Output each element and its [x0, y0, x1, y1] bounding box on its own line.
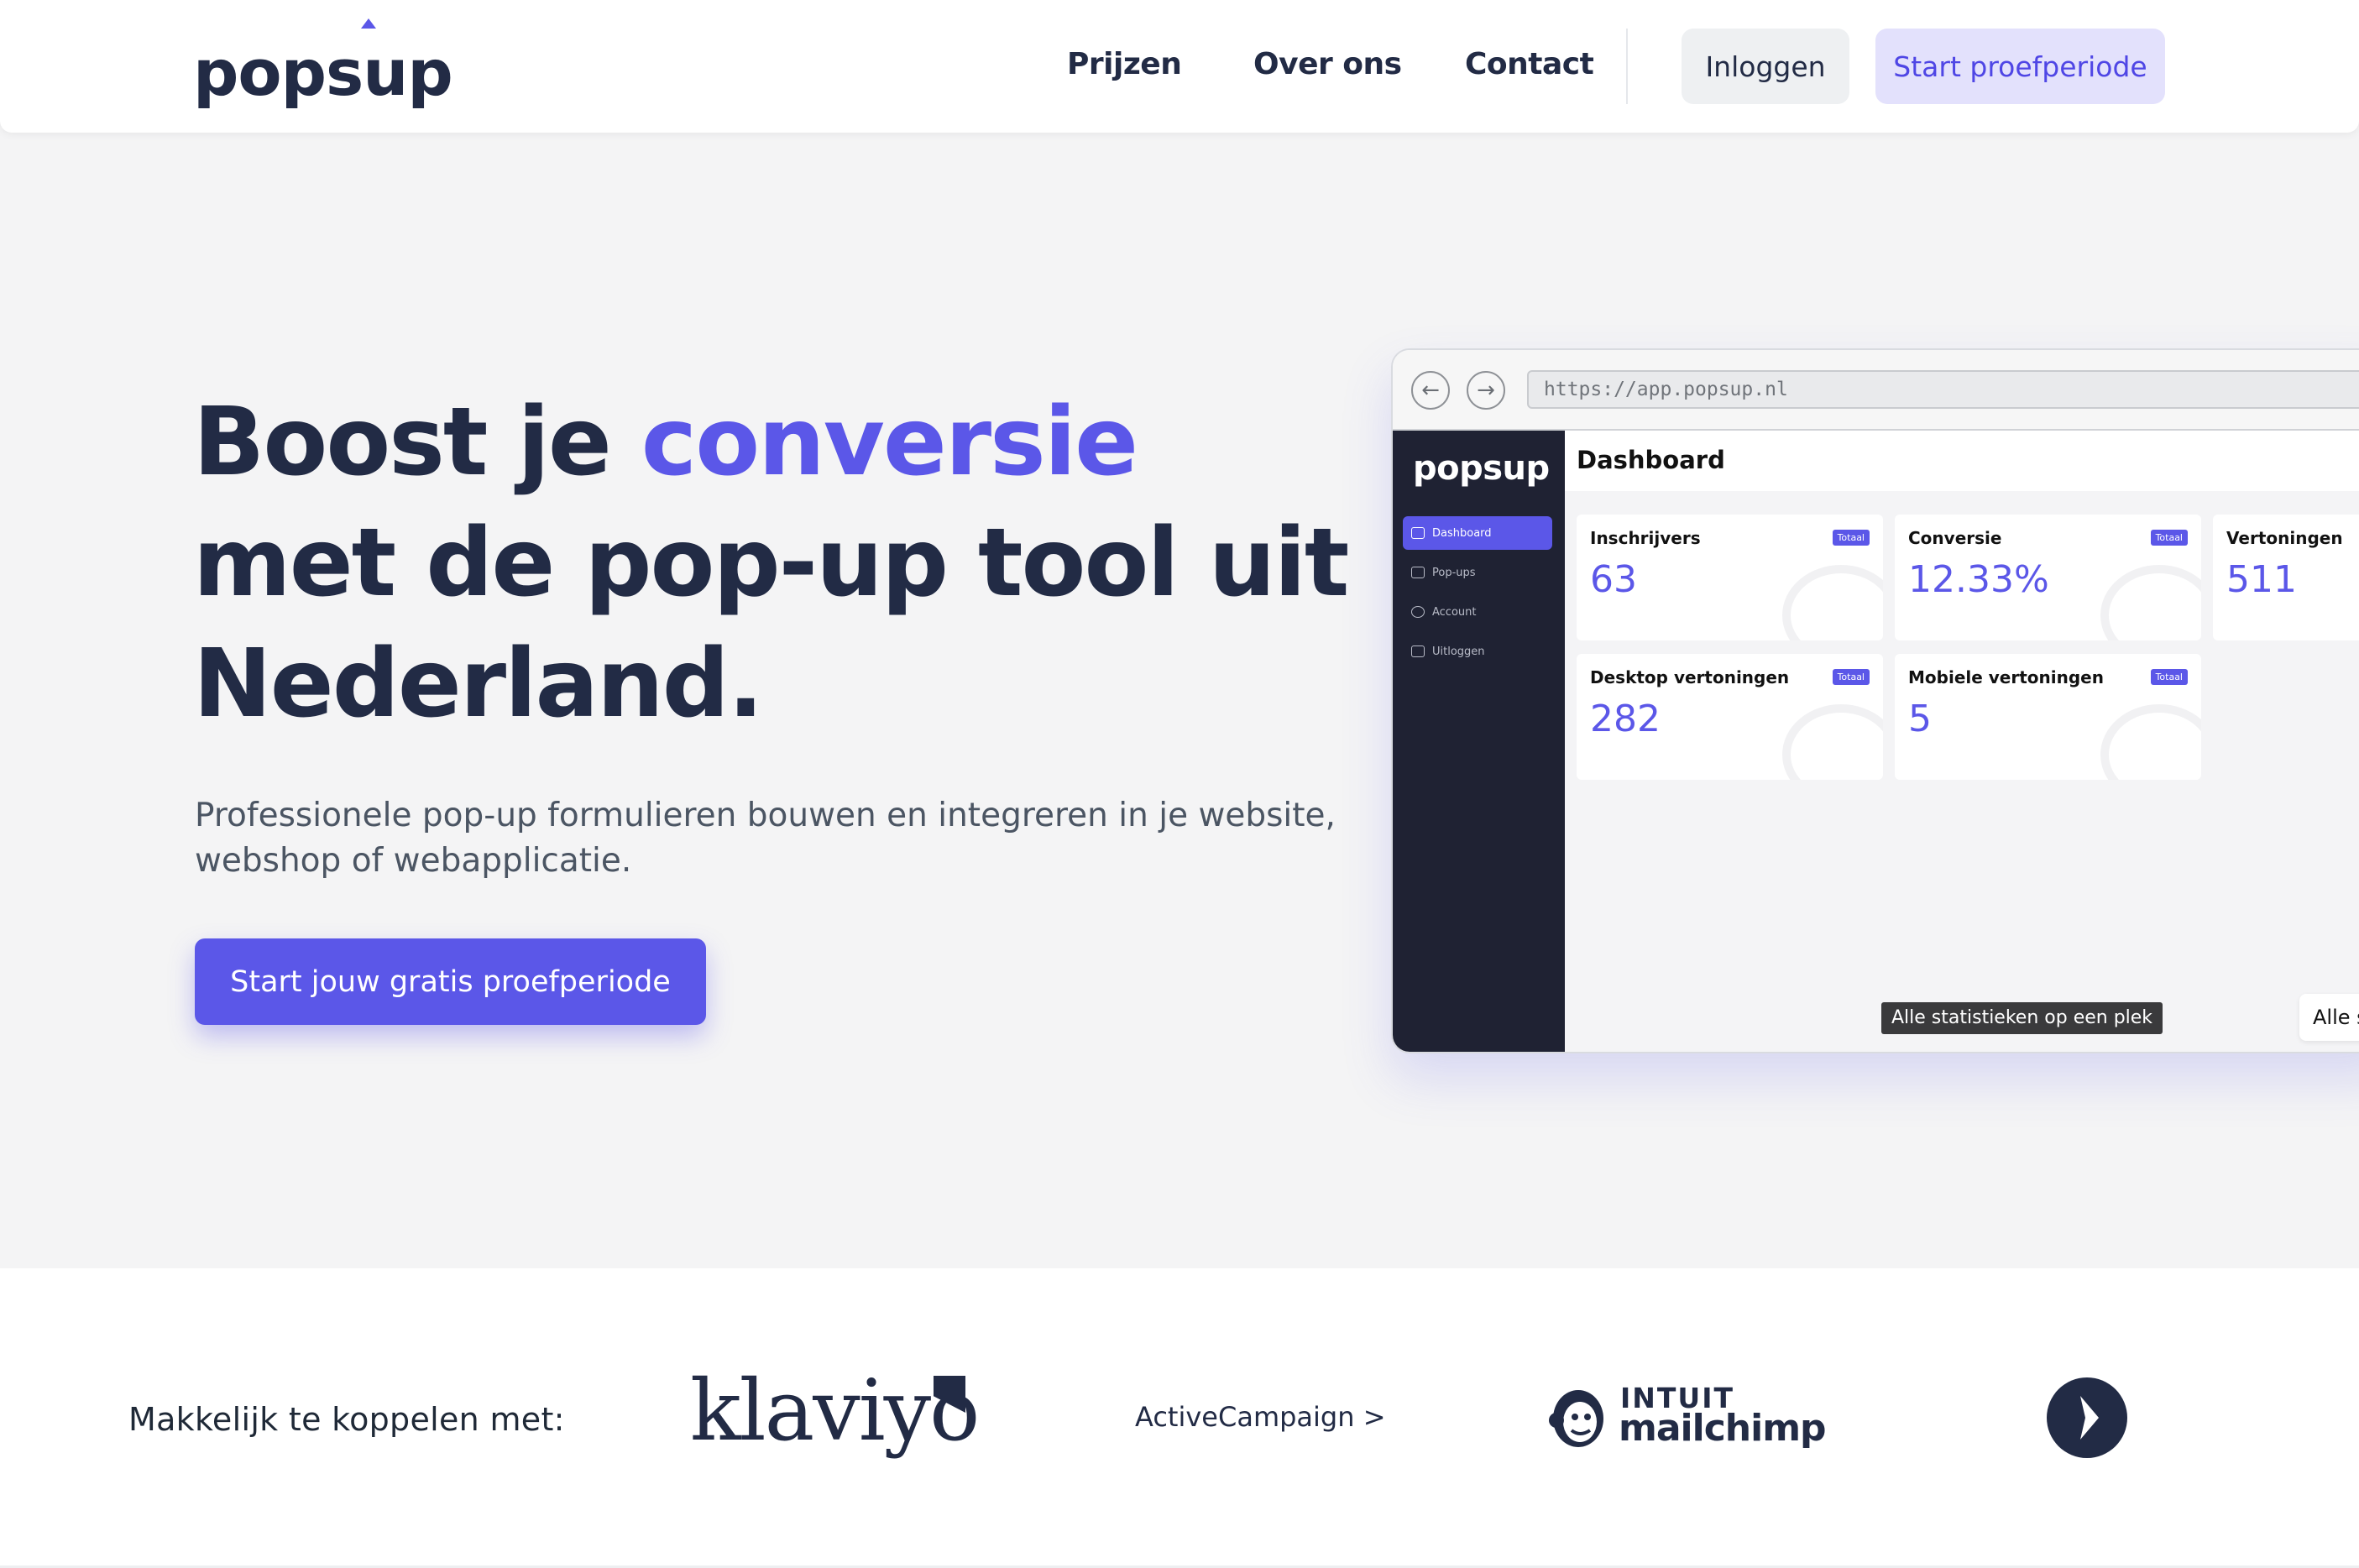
popups-icon	[1411, 567, 1425, 578]
eye-icon	[2100, 704, 2201, 780]
hero-cta-button[interactable]: Start jouw gratis proefperiode	[195, 938, 706, 1025]
dashboard-icon	[1411, 527, 1425, 539]
integrations-label: Makkelijk te koppelen met:	[128, 1401, 565, 1438]
sidebar-item-uitloggen: Uitloggen	[1403, 635, 1552, 668]
sidebar-item-account: Account	[1403, 595, 1552, 629]
nav-link-prijzen[interactable]: Prijzen	[1067, 47, 1182, 81]
nav-link-over-ons[interactable]: Over ons	[1253, 47, 1402, 81]
mockup-header-title: Dashboard	[1577, 446, 1725, 474]
hero-title: Boost je conversie met de pop-up tool ui…	[193, 382, 1368, 745]
stat-label: Desktop vertoningen	[1590, 667, 1790, 687]
sidebar-item-label: Dashboard	[1432, 526, 1492, 540]
total-badge: Totaal	[2150, 530, 2188, 546]
stat-card-inschrijvers: Inschrijvers Totaal 63	[1577, 515, 1883, 640]
eye-icon	[1782, 704, 1883, 780]
sidebar-item-label: Account	[1432, 605, 1477, 619]
integration-circle-logo	[2047, 1377, 2127, 1458]
stat-label: Inschrijvers	[1590, 528, 1701, 548]
stat-card-mobiel: Mobiele vertoningen Totaal 5	[1895, 654, 2201, 780]
total-badge: Totaal	[1832, 669, 1870, 685]
login-button[interactable]: Inloggen	[1682, 29, 1849, 104]
total-badge: Totaal	[1832, 530, 1870, 546]
mailchimp-logo: mailchimp	[1619, 1407, 1827, 1450]
activecampaign-logo: ActiveCampaign >	[1135, 1401, 1386, 1433]
stat-value: 5	[1908, 698, 1932, 740]
integrations-section: Makkelijk te koppelen met: klaviyo Activ…	[0, 1268, 2359, 1568]
stat-value: 63	[1590, 558, 1637, 601]
nav-link-contact[interactable]: Contact	[1465, 47, 1594, 81]
mockup-main: Dashboard Inschrijvers Totaal 63 Convers…	[1565, 431, 2359, 1052]
mailchimp-freddie-icon	[1549, 1390, 1603, 1447]
mockup-header: Dashboard	[1565, 431, 2359, 491]
total-badge: Totaal	[2150, 669, 2188, 685]
funnel-icon	[2100, 565, 2201, 640]
account-icon	[1411, 606, 1425, 618]
nav-divider	[1626, 29, 1628, 104]
logout-icon	[1411, 645, 1425, 657]
stat-card-vertoningen: Vertoningen 511	[2213, 515, 2359, 640]
sidebar-item-dashboard: Dashboard	[1403, 516, 1552, 550]
hero-title-accent: conversie	[641, 388, 1138, 497]
sidebar-item-label: Uitloggen	[1432, 645, 1485, 658]
stat-label: Vertoningen	[2226, 528, 2343, 548]
stat-value: 282	[1590, 698, 1661, 740]
sidebar-item-label: Pop-ups	[1432, 566, 1476, 579]
top-navigation: popsup Prijzen Over ons Contact Inloggen…	[0, 0, 2359, 133]
forward-arrow-icon: →	[1467, 371, 1505, 410]
url-bar: https://app.popsup.nl	[1527, 370, 2359, 409]
envelope-icon	[1782, 565, 1883, 640]
stat-card-desktop: Desktop vertoningen Totaal 282	[1577, 654, 1883, 780]
chevron-right-icon	[2080, 1396, 2099, 1440]
start-trial-button[interactable]: Start proefperiode	[1875, 29, 2165, 104]
popsup-logo[interactable]: popsup	[193, 18, 453, 110]
stat-label: Mobiele vertoningen	[1908, 667, 2104, 687]
back-arrow-icon: ←	[1411, 371, 1450, 410]
mockup-logo: popsup	[1413, 449, 1550, 488]
mockup-sidebar: popsup Dashboard Pop-ups Account Uitlogg…	[1393, 431, 1565, 1052]
all-statistics-button: Alle statistieken	[2299, 994, 2359, 1041]
stat-card-conversie: Conversie Totaal 12.33%	[1895, 515, 2201, 640]
hero-title-rest: met de pop-up tool uit Nederland.	[193, 509, 1349, 739]
stat-label: Conversie	[1908, 528, 2002, 548]
logo-text: popsup	[193, 35, 453, 110]
sidebar-item-popups: Pop-ups	[1403, 556, 1552, 589]
hero-title-start: Boost je	[193, 388, 641, 497]
dashboard-mockup: ← → https://app.popsup.nl popsup Dashboa…	[1391, 348, 2359, 1053]
hero-subtitle: Professionele pop-up formulieren bouwen …	[195, 797, 1336, 880]
logo-caret-icon	[361, 18, 376, 29]
statistics-tooltip: Alle statistieken op een plek	[1881, 1002, 2163, 1034]
stat-value: 511	[2226, 558, 2297, 601]
browser-bar: ← → https://app.popsup.nl	[1393, 350, 2359, 431]
stat-value: 12.33%	[1908, 558, 2049, 601]
